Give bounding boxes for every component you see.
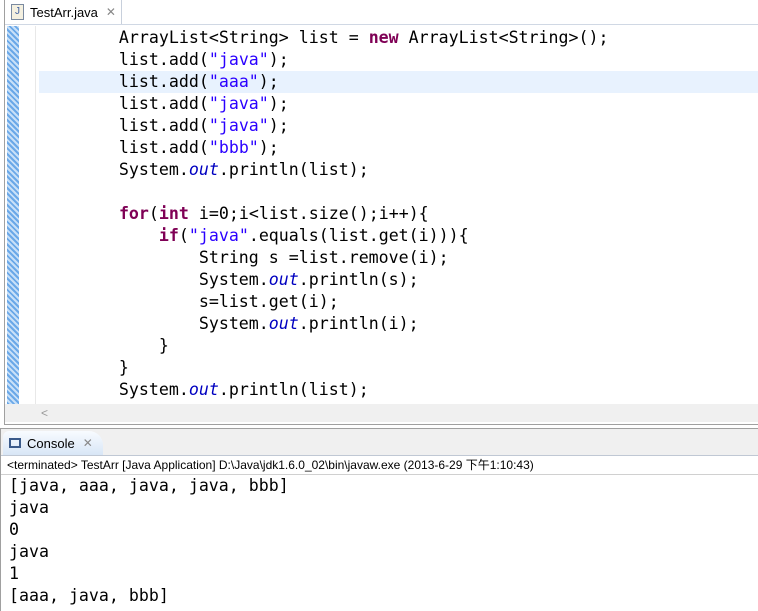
code-token: if bbox=[158, 226, 179, 245]
code-token: ); bbox=[268, 116, 289, 135]
code-token: ); bbox=[258, 138, 279, 157]
code-line: ArrayList<String> list = new ArrayList<S… bbox=[39, 27, 758, 49]
code-token: "java" bbox=[188, 226, 249, 245]
tab-testarr-java[interactable]: J TestArr.java ✕ bbox=[5, 0, 122, 24]
code-token: .equals(list.get(i))){ bbox=[248, 226, 469, 245]
code-token: for bbox=[118, 204, 149, 223]
code-token: } bbox=[39, 336, 169, 355]
code-token: list.add( bbox=[39, 50, 209, 69]
tab-label: TestArr.java bbox=[30, 4, 98, 20]
code-token: out bbox=[268, 314, 299, 333]
output-line: [java, aaa, java, java, bbb] bbox=[9, 476, 289, 495]
code-token: out bbox=[268, 270, 299, 289]
console-tabbar: Console ✕ bbox=[1, 429, 758, 456]
code-token: list.add( bbox=[39, 116, 209, 135]
tab-console[interactable]: Console ✕ bbox=[3, 431, 103, 455]
console-icon bbox=[9, 438, 21, 448]
code-token: "java" bbox=[208, 94, 269, 113]
code-line: for(int i=0;i<list.size();i++){ bbox=[39, 203, 758, 225]
editor-pane: J TestArr.java ✕ ArrayList<String> list … bbox=[4, 0, 758, 425]
code-token: s=list.get(i); bbox=[39, 292, 339, 311]
console-output[interactable]: [java, aaa, java, java, bbb] java 0 java 1 [a… bbox=[1, 475, 758, 607]
code-line: } bbox=[39, 335, 758, 357]
code-line: System.out.println(i); bbox=[39, 313, 758, 335]
code-token: System. bbox=[39, 314, 269, 333]
code-token: String s =list.remove(i); bbox=[39, 248, 449, 267]
close-icon[interactable]: ✕ bbox=[83, 436, 93, 450]
code-token: ArrayList<String>(); bbox=[398, 28, 609, 47]
console-status: <terminated> TestArr [Java Application] … bbox=[1, 456, 758, 475]
console-pane: Console ✕ <terminated> TestArr [Java App… bbox=[0, 428, 758, 611]
code-token: "java" bbox=[208, 50, 269, 69]
code-token: .println(list); bbox=[218, 380, 369, 399]
code-token: ); bbox=[258, 72, 279, 91]
code-token: ( bbox=[148, 204, 159, 223]
code-line: list.add("java"); bbox=[39, 49, 758, 71]
code-token: list.add( bbox=[39, 94, 209, 113]
output-line: java bbox=[9, 542, 49, 561]
close-icon[interactable]: ✕ bbox=[106, 5, 116, 19]
code-line: list.add("java"); bbox=[39, 93, 758, 115]
code-line: list.add("java"); bbox=[39, 115, 758, 137]
java-file-icon: J bbox=[11, 4, 24, 20]
code-token: out bbox=[188, 380, 219, 399]
code-token: int bbox=[158, 204, 189, 223]
code-line: } bbox=[39, 357, 758, 379]
code-token: System. bbox=[39, 270, 269, 289]
code-line: if("java".equals(list.get(i))){ bbox=[39, 225, 758, 247]
overview-ruler bbox=[7, 26, 19, 404]
code-token: list.add( bbox=[39, 138, 209, 157]
code-token: System. bbox=[39, 160, 189, 179]
gutter bbox=[35, 26, 36, 404]
horizontal-scrollbar[interactable]: < bbox=[5, 404, 758, 422]
code-token: "java" bbox=[208, 116, 269, 135]
code-token: } bbox=[39, 358, 129, 377]
tab-label: Console bbox=[27, 435, 75, 451]
code-token: .println(list); bbox=[218, 160, 369, 179]
code-line: System.out.println(list); bbox=[39, 379, 758, 401]
code-token: i=0;i<list.size();i++){ bbox=[188, 204, 429, 223]
code-token: out bbox=[188, 160, 219, 179]
output-line: [aaa, java, bbb] bbox=[9, 586, 169, 605]
code-line: list.add("aaa"); bbox=[39, 71, 758, 93]
code-token: ); bbox=[268, 94, 289, 113]
code-token: System. bbox=[39, 380, 189, 399]
code-line: System.out.println(list); bbox=[39, 159, 758, 181]
scroll-left-icon[interactable]: < bbox=[41, 406, 48, 420]
output-line: 1 bbox=[9, 564, 19, 583]
code-token: list.add( bbox=[39, 72, 209, 91]
code-line: System.out.println(s); bbox=[39, 269, 758, 291]
code-token: "bbb" bbox=[208, 138, 259, 157]
code-token: ArrayList<String> list = bbox=[39, 28, 369, 47]
code-line: String s =list.remove(i); bbox=[39, 247, 758, 269]
code-token: .println(s); bbox=[298, 270, 419, 289]
output-line: 0 bbox=[9, 520, 19, 539]
code-area[interactable]: ArrayList<String> list = new ArrayList<S… bbox=[39, 27, 758, 401]
code-token: "aaa" bbox=[208, 72, 259, 91]
code-token: ( bbox=[178, 226, 189, 245]
output-line: java bbox=[9, 498, 49, 517]
code-token: ); bbox=[268, 50, 289, 69]
code-token: .println(i); bbox=[298, 314, 419, 333]
code-token: new bbox=[368, 28, 399, 47]
editor-tabbar: J TestArr.java ✕ bbox=[5, 0, 758, 25]
code-line: list.add("bbb"); bbox=[39, 137, 758, 159]
code-line: s=list.get(i); bbox=[39, 291, 758, 313]
